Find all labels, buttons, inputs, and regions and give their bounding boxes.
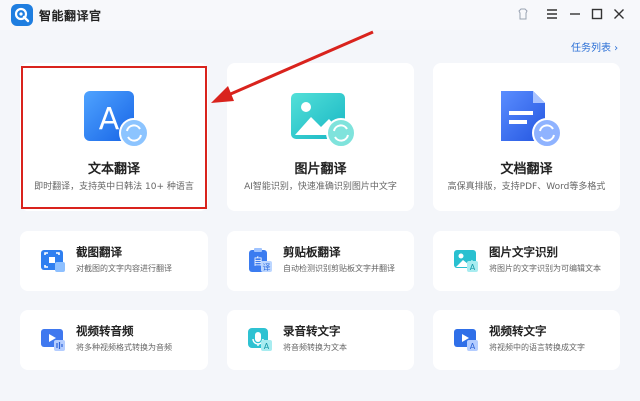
card-audio-to-text[interactable]: A 录音转文字 将音频转换为文本 xyxy=(227,310,414,370)
svg-text:译: 译 xyxy=(263,263,271,272)
card-title: 截图翻译 xyxy=(76,245,122,259)
card-title: 图片翻译 xyxy=(294,162,347,177)
card-desc: 将图片的文字识别为可编辑文本 xyxy=(489,264,601,273)
image-ocr-icon: A xyxy=(454,250,478,272)
maximize-icon[interactable] xyxy=(588,5,606,23)
highlight-box xyxy=(21,66,207,209)
card-clipboard-translate[interactable]: 自 译 剪贴板翻译 自动检测识别剪贴板文字并翻译 xyxy=(227,231,414,291)
card-image-ocr[interactable]: A 图片文字识别 将图片的文字识别为可编辑文本 xyxy=(433,231,620,291)
close-icon[interactable] xyxy=(610,5,628,23)
card-title: 视频转音频 xyxy=(76,324,134,338)
card-title: 文档翻译 xyxy=(500,162,553,177)
card-desc: AI智能识别，快速准确识别图片中文字 xyxy=(244,182,397,192)
title-bar: 智能翻译官 xyxy=(0,0,640,30)
svg-text:A: A xyxy=(264,342,270,351)
card-desc: 将多种视频格式转换为音频 xyxy=(76,343,172,352)
card-desc: 对截图的文字内容进行翻译 xyxy=(76,264,172,273)
app-logo-icon xyxy=(11,4,33,26)
app-title: 智能翻译官 xyxy=(39,9,102,23)
card-title: 剪贴板翻译 xyxy=(283,245,341,259)
card-desc: 高保真排版，支持PDF、Word等多格式 xyxy=(447,182,606,192)
card-title: 图片文字识别 xyxy=(489,245,558,259)
card-desc: 将视频中的语言转换成文字 xyxy=(489,343,585,352)
card-title: 录音转文字 xyxy=(283,324,341,338)
screenshot-translate-icon xyxy=(41,250,65,272)
card-video-to-audio[interactable]: 视频转音频 将多种视频格式转换为音频 xyxy=(20,310,208,370)
card-document-translate[interactable]: 文档翻译 高保真排版，支持PDF、Word等多格式 xyxy=(433,63,620,211)
task-list-link[interactable]: 任务列表 › xyxy=(571,39,618,54)
card-image-translate[interactable]: 图片翻译 AI智能识别，快速准确识别图片中文字 xyxy=(227,63,414,211)
document-translate-icon xyxy=(501,91,562,148)
menu-icon[interactable] xyxy=(543,5,561,23)
card-desc: 将音频转换为文本 xyxy=(283,343,347,352)
card-screenshot-translate[interactable]: 截图翻译 对截图的文字内容进行翻译 xyxy=(20,231,208,291)
card-video-to-text[interactable]: A 视频转文字 将视频中的语言转换成文字 xyxy=(433,310,620,370)
image-translate-icon xyxy=(291,93,356,148)
card-desc: 自动检测识别剪贴板文字并翻译 xyxy=(283,264,395,273)
svg-text:A: A xyxy=(470,342,476,351)
card-title: 视频转文字 xyxy=(489,324,547,338)
video-to-text-icon: A xyxy=(454,329,478,351)
audio-to-text-icon: A xyxy=(248,328,272,351)
svg-text:A: A xyxy=(470,263,476,272)
clipboard-translate-icon: 自 译 xyxy=(249,248,272,272)
video-to-audio-icon xyxy=(41,329,65,351)
minimize-icon[interactable] xyxy=(566,5,584,23)
skin-icon[interactable] xyxy=(514,5,532,23)
